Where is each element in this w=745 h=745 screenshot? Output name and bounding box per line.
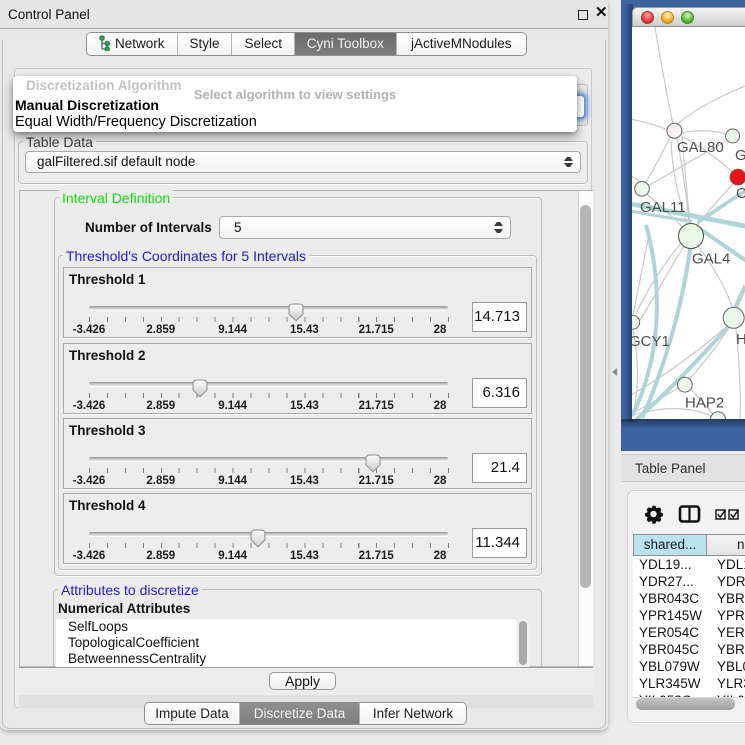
svg-text:C: C	[736, 185, 745, 202]
svg-text:H: H	[736, 331, 745, 348]
svg-text:GAL4: GAL4	[692, 251, 730, 268]
svg-text:GAL11: GAL11	[640, 199, 686, 216]
svg-text:GA: GA	[735, 147, 745, 164]
svg-text:GAL80: GAL80	[677, 139, 724, 156]
svg-text:GCY1: GCY1	[632, 333, 670, 350]
svg-text:HAP2: HAP2	[685, 395, 724, 412]
